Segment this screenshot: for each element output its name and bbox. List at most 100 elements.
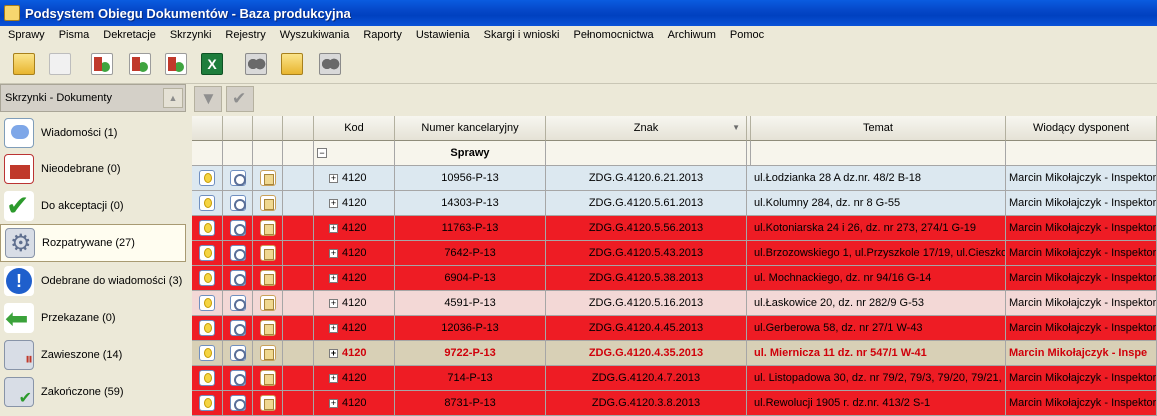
menu-ustawienia[interactable]: Ustawienia — [409, 29, 477, 41]
table-row[interactable]: +4120 14303-P-13 ZDG.G.4120.5.61.2013 ul.Ko… — [192, 191, 1157, 216]
table-row[interactable]: +4120 7642-P-13 ZDG.G.4120.5.43.2013 ul.Brz… — [192, 241, 1157, 266]
row-icon-cell[interactable] — [253, 166, 283, 191]
row-icon-cell[interactable] — [253, 266, 283, 291]
expand-row-icon[interactable]: + — [329, 223, 338, 233]
row-icon-cell[interactable] — [192, 366, 223, 391]
document-icon — [260, 245, 276, 261]
menu-wyszukiwania[interactable]: Wyszukiwania — [273, 29, 357, 41]
menu-raporty[interactable]: Raporty — [356, 29, 409, 41]
row-icon-cell[interactable] — [192, 241, 223, 266]
row-icon-cell[interactable] — [253, 391, 283, 416]
row-icon-cell[interactable] — [223, 366, 253, 391]
mailbox-zakonczone[interactable]: Zakończone (59) — [0, 373, 186, 411]
znak-cell: ZDG.G.4120.5.38.2013 — [546, 266, 747, 291]
row-icon-cell[interactable] — [223, 316, 253, 341]
table-row[interactable]: +4120 10956-P-13 ZDG.G.4120.6.21.2013 ul.Ło… — [192, 166, 1157, 191]
row-icon-cell[interactable] — [223, 391, 253, 416]
column-header-icon4[interactable] — [283, 116, 314, 141]
row-icon-cell[interactable] — [253, 216, 283, 241]
mailbox-przekazane[interactable]: Przekazane (0) — [0, 299, 186, 337]
apply-filter-button[interactable]: ✔ — [226, 86, 254, 112]
menu-pisma[interactable]: Pisma — [52, 29, 97, 41]
expand-row-icon[interactable]: + — [329, 198, 338, 208]
row-icon-cell[interactable] — [192, 316, 223, 341]
row-icon-cell[interactable] — [192, 266, 223, 291]
column-header-numer[interactable]: Numer kancelaryjny — [395, 116, 546, 141]
table-row[interactable]: +4120 4591-P-13 ZDG.G.4120.5.16.2013 ul.Łas… — [192, 291, 1157, 316]
row-icon-cell[interactable] — [223, 266, 253, 291]
column-header-wiodacy[interactable]: Wiodący dysponent — [1006, 116, 1157, 141]
table-row[interactable]: +4120 9722-P-13 ZDG.G.4120.4.35.2013 ul. Mi… — [192, 341, 1157, 366]
expand-row-icon[interactable]: + — [329, 173, 338, 183]
expand-row-icon[interactable]: + — [329, 323, 338, 333]
arrow-left-icon — [4, 302, 34, 335]
expand-row-icon[interactable]: + — [329, 348, 338, 358]
table-row[interactable]: +4120 12036-P-13 ZDG.G.4120.4.45.2013 ul.Ge… — [192, 316, 1157, 341]
refresh-button-2[interactable] — [124, 48, 154, 80]
column-header-icon3[interactable] — [253, 116, 283, 141]
row-icon-cell[interactable] — [192, 166, 223, 191]
menu-pomoc[interactable]: Pomoc — [723, 29, 771, 41]
row-icon-cell[interactable] — [253, 366, 283, 391]
mailbox-rozpatrywane[interactable]: Rozpatrywane (27) — [0, 224, 186, 262]
row-icon-cell[interactable] — [253, 241, 283, 266]
row-icon-cell[interactable] — [192, 291, 223, 316]
row-icon-cell[interactable] — [253, 191, 283, 216]
collapse-group-icon[interactable]: − — [317, 148, 327, 158]
checkmark-icon — [4, 189, 34, 222]
group-row-sprawy[interactable]: − Sprawy — [192, 141, 1157, 166]
collapse-panel-button[interactable]: ▲ — [163, 88, 183, 108]
menu-dekretacje[interactable]: Dekretacje — [96, 29, 163, 41]
table-row[interactable]: +4120 714-P-13 ZDG.G.4120.4.7.2013 ul. List… — [192, 366, 1157, 391]
search-folder-button[interactable] — [276, 48, 306, 80]
edit-document-button[interactable] — [44, 48, 74, 80]
expand-row-icon[interactable]: + — [329, 398, 338, 408]
row-icon-cell[interactable] — [223, 291, 253, 316]
row-icon-cell[interactable] — [223, 216, 253, 241]
mailbox-zawieszone[interactable]: Zawieszone (14) — [0, 336, 186, 374]
column-header-icon2[interactable] — [223, 116, 253, 141]
row-icon-cell[interactable] — [192, 216, 223, 241]
table-row[interactable]: +4120 11763-P-13 ZDG.G.4120.5.56.2013 ul.Ko… — [192, 216, 1157, 241]
mailbox-wiadomosci[interactable]: Wiadomości (1) — [0, 114, 186, 152]
row-icon-cell[interactable] — [223, 341, 253, 366]
menu-skrzynki[interactable]: Skrzynki — [163, 29, 219, 41]
numer-cell: 7642-P-13 — [395, 241, 546, 266]
excel-export-button[interactable]: X — [196, 48, 226, 80]
search-pdf-button[interactable] — [314, 48, 344, 80]
menu-skargi[interactable]: Skargi i wnioski — [477, 29, 567, 41]
row-icon-cell[interactable] — [192, 341, 223, 366]
mailbox-odebrane-do-wiadomosci[interactable]: Odebrane do wiadomości (3) — [0, 262, 186, 300]
expand-row-icon[interactable]: + — [329, 298, 338, 308]
table-row[interactable]: +4120 6904-P-13 ZDG.G.4120.5.38.2013 ul. Mo… — [192, 266, 1157, 291]
znak-cell: ZDG.G.4120.3.8.2013 — [546, 391, 747, 416]
row-icon-cell[interactable] — [192, 191, 223, 216]
mailbox-nieodebrane[interactable]: Nieodebrane (0) — [0, 150, 186, 188]
row-icon-cell[interactable] — [253, 316, 283, 341]
column-header-znak[interactable]: Znak ▼ — [546, 116, 747, 141]
column-header-kod[interactable]: Kod — [314, 116, 395, 141]
expand-row-icon[interactable]: + — [329, 273, 338, 283]
row-icon-cell[interactable] — [253, 341, 283, 366]
menu-pelnomocnictwa[interactable]: Pełnomocnictwa — [566, 29, 660, 41]
row-icon-cell[interactable] — [223, 166, 253, 191]
refresh-button-3[interactable] — [160, 48, 190, 80]
expand-row-icon[interactable]: + — [329, 373, 338, 383]
refresh-button-1[interactable] — [86, 48, 116, 80]
table-row[interactable]: +4120 8731-P-13 ZDG.G.4120.3.8.2013 ul.Rewo… — [192, 391, 1157, 416]
search-button[interactable] — [240, 48, 270, 80]
mailbox-do-akceptacji[interactable]: Do akceptacji (0) — [0, 187, 186, 225]
row-icon-cell[interactable] — [223, 191, 253, 216]
open-folder-button[interactable] — [8, 48, 38, 80]
menu-sprawy[interactable]: Sprawy — [0, 29, 52, 41]
menu-rejestry[interactable]: Rejestry — [218, 29, 272, 41]
row-icon-cell[interactable] — [223, 241, 253, 266]
row-icon-cell[interactable] — [192, 391, 223, 416]
menu-archiwum[interactable]: Archiwum — [661, 29, 723, 41]
column-header-temat[interactable]: Temat — [751, 116, 1006, 141]
temat-cell: ul.Łaskowice 20, dz. nr 282/9 G-53 — [751, 291, 1006, 316]
expand-row-icon[interactable]: + — [329, 248, 338, 258]
row-icon-cell[interactable] — [253, 291, 283, 316]
filter-button[interactable]: ▼ — [194, 86, 222, 112]
column-header-icon1[interactable] — [192, 116, 223, 141]
